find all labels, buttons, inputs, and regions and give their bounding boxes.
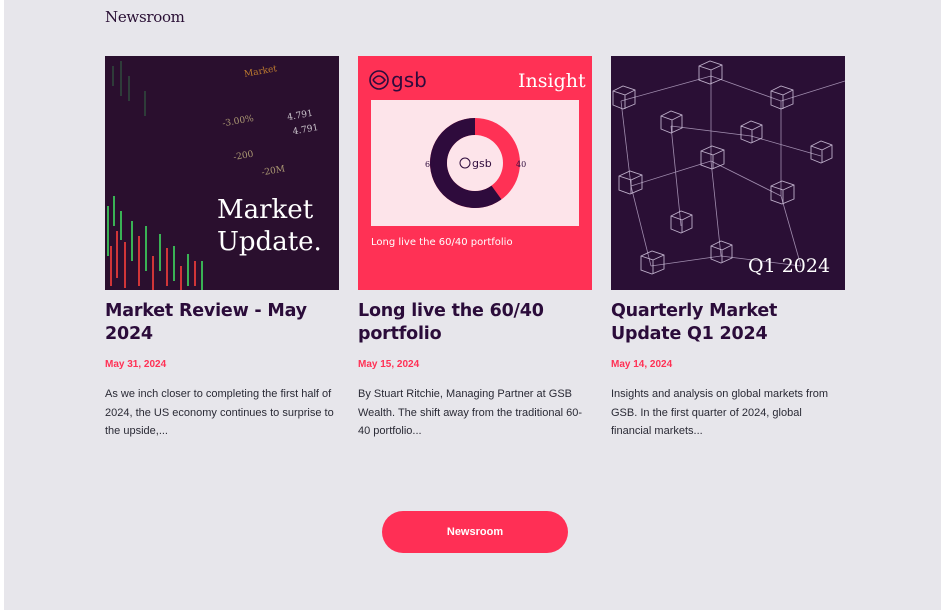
- overlay-text: Update.: [217, 227, 322, 257]
- card-date: May 31, 2024: [105, 359, 167, 370]
- card-title[interactable]: Long live the 60/40 portfolio: [358, 300, 592, 346]
- svg-text:gsb: gsb: [391, 68, 427, 92]
- insight-thumbnail[interactable]: gsb Insight gsb 60 40 Long live the 60/4…: [358, 56, 592, 290]
- card-date: May 14, 2024: [611, 359, 673, 370]
- news-card[interactable]: Q1 2024 Quarterly Market Update Q1 2024 …: [611, 56, 845, 441]
- card-excerpt: As we inch closer to completing the firs…: [105, 388, 334, 437]
- svg-text:40: 40: [516, 160, 526, 169]
- quarterly-update-thumbnail[interactable]: Q1 2024: [611, 56, 845, 290]
- card-excerpt: Insights and analysis on global markets …: [611, 388, 829, 437]
- newsroom-button[interactable]: Newsroom: [382, 511, 568, 553]
- section-title: Newsroom: [105, 8, 185, 26]
- svg-text:gsb: gsb: [472, 157, 492, 170]
- svg-text:60: 60: [425, 160, 435, 169]
- svg-text:Long live the 60/40 portfolio: Long live the 60/40 portfolio: [371, 237, 513, 248]
- news-card[interactable]: Market -3.00% 4.791 4.791 -200 -20M Mark…: [105, 56, 339, 441]
- svg-text:Insight: Insight: [518, 70, 586, 92]
- card-title[interactable]: Quarterly Market Update Q1 2024: [611, 300, 845, 346]
- card-title[interactable]: Market Review - May 2024: [105, 300, 339, 346]
- overlay-text: Market: [217, 195, 314, 225]
- news-card[interactable]: gsb Insight gsb 60 40 Long live the 60/4…: [358, 56, 592, 441]
- card-date: May 15, 2024: [358, 359, 420, 370]
- overlay-text: Q1 2024: [748, 255, 830, 277]
- newsroom-section: Newsroom Market -3.00% 4.791 4.791 -200 …: [4, 0, 941, 610]
- market-update-thumbnail[interactable]: Market -3.00% 4.791 4.791 -200 -20M Mark…: [105, 56, 339, 290]
- card-excerpt: By Stuart Ritchie, Managing Partner at G…: [358, 388, 582, 437]
